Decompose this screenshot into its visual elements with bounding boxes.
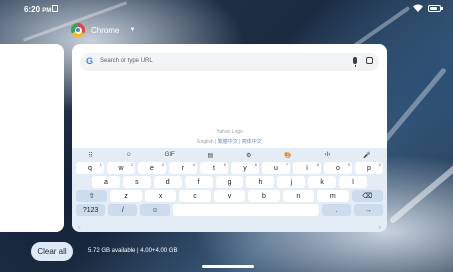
keyboard-row: ?123/☺ . → bbox=[76, 204, 384, 216]
key-v[interactable]: v bbox=[213, 190, 246, 202]
app-header[interactable]: Chrome ▼ bbox=[71, 23, 135, 37]
key-☺[interactable]: ☺ bbox=[140, 204, 170, 216]
key-z[interactable]: z bbox=[110, 190, 142, 202]
key-w[interactable]: w bbox=[107, 162, 135, 174]
keyboard-toolbar-mic-icon[interactable]: 🎤 bbox=[363, 152, 370, 159]
language-links: English | 繁體中文 | 简体中文 bbox=[197, 139, 262, 145]
key-space[interactable] bbox=[172, 204, 319, 216]
status-bar: 6:20 PM bbox=[0, 0, 453, 18]
lang-link-traditional[interactable]: 繁體中文 bbox=[218, 139, 238, 145]
chevron-down-icon[interactable]: ▼ bbox=[129, 27, 135, 33]
status-time: 6:20 PM bbox=[24, 5, 52, 14]
key-m[interactable]: m bbox=[317, 190, 349, 202]
storage-info: 5.72 GB available | 4.00+4.00 GB bbox=[88, 248, 178, 254]
key-⌫[interactable]: ⌫ bbox=[351, 190, 383, 202]
key-f[interactable]: f bbox=[184, 176, 213, 188]
key-?123[interactable]: ?123 bbox=[76, 204, 106, 216]
battery-icon bbox=[428, 4, 443, 12]
key-r[interactable]: r bbox=[169, 162, 197, 174]
key-u[interactable]: u bbox=[262, 162, 290, 174]
app-name: Chrome bbox=[91, 25, 120, 35]
key-→[interactable]: → bbox=[353, 204, 384, 216]
key-d[interactable]: d bbox=[153, 176, 182, 188]
key-/[interactable]: / bbox=[108, 204, 138, 216]
key-c[interactable]: c bbox=[179, 190, 211, 202]
keyboard-switch-icon[interactable]: ▿ bbox=[378, 225, 381, 232]
key-s[interactable]: s bbox=[122, 176, 151, 188]
key-q[interactable]: q bbox=[76, 162, 104, 174]
key-j[interactable]: j bbox=[277, 176, 306, 188]
keyboard-toolbar-gif-icon[interactable]: GIF bbox=[165, 152, 175, 158]
keyboard-toolbar-theme-icon[interactable]: 🎨 bbox=[284, 152, 291, 159]
keyboard: ⠿ ☺ GIF ▤ ⚙ 🎨 ‹I› 🎤 qwertyuiop asdfghjkl ⇧zxcvbnm… bbox=[72, 148, 387, 232]
wifi-icon bbox=[413, 4, 423, 12]
address-bar[interactable]: G Search or type URL bbox=[80, 53, 379, 71]
yahoo-logo: Yahoo Logo bbox=[216, 129, 243, 135]
clear-all-button[interactable]: Clear all bbox=[31, 242, 73, 261]
key-k[interactable]: k bbox=[308, 176, 337, 188]
navigation-handle[interactable] bbox=[202, 265, 254, 268]
key-p[interactable]: p bbox=[355, 162, 383, 174]
key-a[interactable]: a bbox=[92, 176, 120, 188]
key-l[interactable]: l bbox=[339, 176, 368, 188]
lens-icon[interactable] bbox=[366, 57, 373, 64]
keyboard-row: asdfghjkl bbox=[92, 176, 368, 188]
chrome-icon bbox=[71, 23, 85, 37]
chrome-app-card[interactable]: G Search or type URL Yahoo Logo English … bbox=[72, 44, 387, 232]
key-o[interactable]: o bbox=[324, 162, 352, 174]
key-i[interactable]: i bbox=[293, 162, 321, 174]
key-g[interactable]: g bbox=[215, 176, 244, 188]
key-e[interactable]: e bbox=[138, 162, 166, 174]
keyboard-hide-icon[interactable]: ▿ bbox=[78, 225, 81, 232]
notification-icon bbox=[52, 5, 58, 12]
lang-link-simplified[interactable]: 简体中文 bbox=[242, 139, 262, 145]
key-n[interactable]: n bbox=[282, 190, 315, 202]
keyboard-row: ⇧ z x c v b n m ⌫ bbox=[76, 190, 383, 202]
key-h[interactable]: h bbox=[246, 176, 275, 188]
key-x[interactable]: x bbox=[144, 190, 177, 202]
google-icon: G bbox=[86, 56, 94, 66]
key-.[interactable]: . bbox=[321, 204, 351, 216]
mic-icon[interactable] bbox=[353, 57, 357, 67]
search-placeholder: Search or type URL bbox=[100, 58, 153, 64]
key-⇧[interactable]: ⇧ bbox=[76, 190, 108, 202]
key-t[interactable]: t bbox=[200, 162, 228, 174]
keyboard-toolbar: ⠿ ☺ GIF ▤ ⚙ 🎨 ‹I› 🎤 bbox=[72, 150, 387, 160]
keyboard-toolbar-emoji-grid-icon[interactable]: ⠿ bbox=[88, 152, 92, 159]
keyboard-toolbar-sticker-icon[interactable]: ☺ bbox=[126, 152, 132, 158]
keyboard-toolbar-settings-icon[interactable]: ⚙ bbox=[246, 152, 251, 159]
keyboard-row: qwertyuiop bbox=[76, 162, 383, 174]
page-content bbox=[72, 74, 387, 148]
keyboard-toolbar-clipboard-icon[interactable]: ▤ bbox=[208, 152, 214, 159]
key-b[interactable]: b bbox=[248, 190, 280, 202]
key-y[interactable]: y bbox=[231, 162, 259, 174]
previous-app-card[interactable] bbox=[0, 44, 64, 232]
keyboard-bottom-bar: ▿ ▿ bbox=[72, 225, 387, 232]
keyboard-toolbar-cursor-icon[interactable]: ‹I› bbox=[325, 152, 331, 158]
